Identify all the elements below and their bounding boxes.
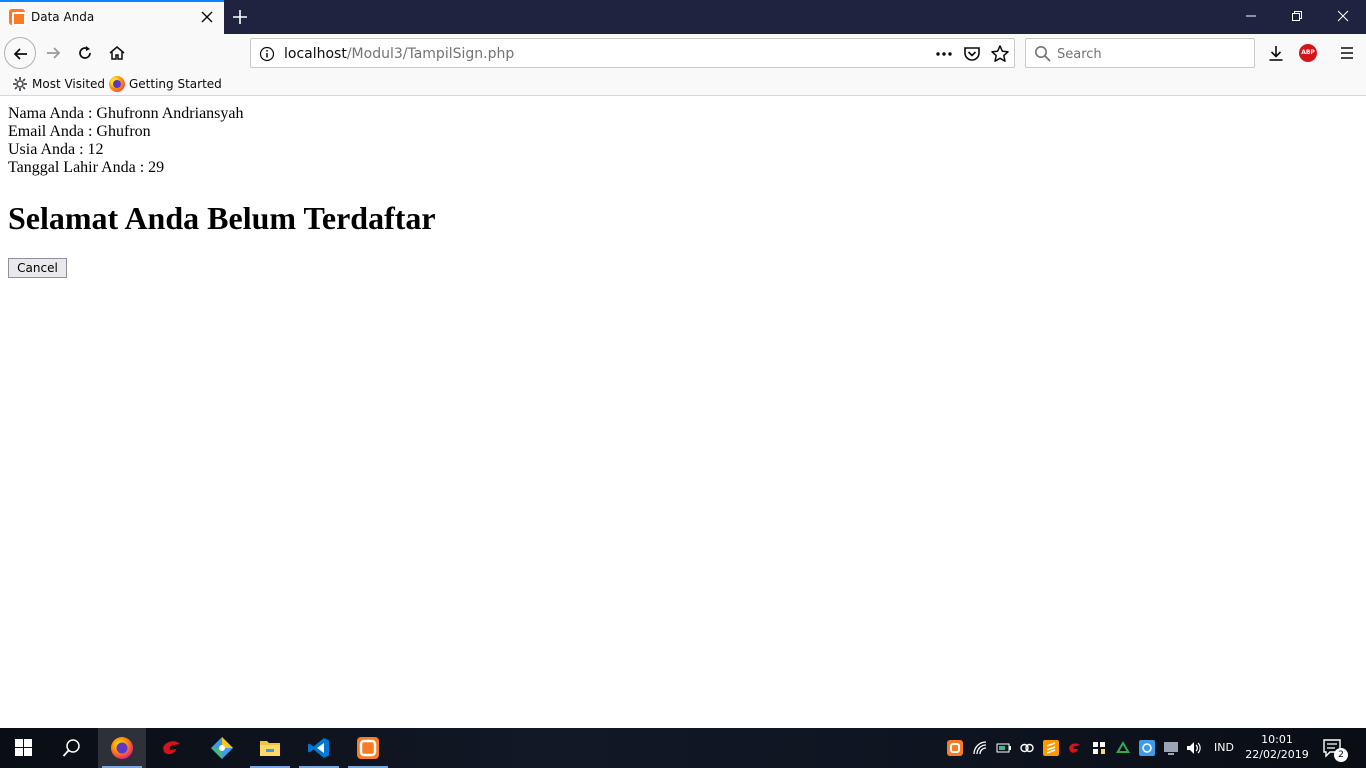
bookmark-label: Getting Started [129, 77, 222, 91]
taskbar-file-explorer[interactable] [246, 728, 294, 768]
site-info-icon[interactable] [259, 46, 275, 65]
bookmark-most-visited[interactable]: Most Visited [12, 75, 106, 93]
navigation-toolbar: localhost/Modul3/TampilSign.php ABP [0, 34, 1366, 72]
taskbar-vscode[interactable] [295, 728, 343, 768]
minimize-button[interactable] [1228, 0, 1274, 32]
restore-button[interactable] [1274, 0, 1320, 32]
url-text[interactable]: localhost/Modul3/TampilSign.php [284, 46, 514, 62]
xampp-favicon-icon [9, 9, 26, 26]
taskbar-firefox[interactable] [98, 728, 146, 768]
home-button[interactable] [102, 38, 132, 68]
action-center-button[interactable]: 2 [1320, 736, 1348, 762]
adblock-plus-icon: ABP [1299, 44, 1317, 62]
tray-xampp-icon[interactable] [947, 740, 963, 756]
page-actions-icon[interactable] [934, 44, 954, 64]
page-heading: Selamat Anda Belum Terdaftar [8, 200, 436, 236]
tray-display-icon[interactable] [1163, 740, 1179, 756]
tab-close-icon[interactable] [198, 8, 216, 26]
downloads-button[interactable] [1261, 38, 1291, 68]
notification-count-badge: 2 [1334, 748, 1348, 762]
close-window-button[interactable] [1320, 0, 1366, 32]
info-line-tanggal-lahir: Tanggal Lahir Anda : 29 [8, 159, 165, 176]
clock-time: 10:01 [1261, 733, 1293, 746]
url-bar[interactable]: localhost/Modul3/TampilSign.php [250, 38, 1015, 68]
title-bar: Data Anda [0, 0, 1366, 34]
gear-icon [12, 76, 28, 92]
info-line-nama: Nama Anda : Ghufronn Andriansyah [8, 105, 244, 122]
new-tab-button[interactable] [228, 5, 252, 29]
tray-drive-icon[interactable] [1115, 740, 1131, 756]
tray-network-icon[interactable] [1091, 740, 1107, 756]
info-line-email: Email Anda : Ghufron [8, 123, 151, 140]
taskbar-clock[interactable]: 10:01 22/02/2019 [1244, 732, 1310, 764]
page-content: Nama Anda : Ghufronn Andriansyah Email A… [0, 97, 1366, 728]
taskbar-search-button[interactable] [48, 728, 96, 768]
taskbar-xampp[interactable] [344, 728, 392, 768]
adblock-plus-button[interactable]: ABP [1294, 38, 1324, 68]
reload-button[interactable] [70, 38, 100, 68]
taskbar: IND 10:01 22/02/2019 2 [0, 728, 1366, 768]
search-icon [1034, 45, 1051, 65]
taskbar-sourcetree-icon[interactable] [198, 728, 246, 768]
firefox-icon [109, 76, 125, 92]
bookmarks-toolbar: Most Visited Getting Started [0, 72, 1366, 96]
start-button[interactable] [0, 728, 48, 768]
search-input[interactable] [1057, 45, 1247, 63]
tray-volume-icon[interactable] [1186, 740, 1202, 756]
pocket-icon[interactable] [962, 44, 982, 64]
url-path: /Modul3/TampilSign.php [346, 46, 515, 62]
menu-button[interactable] [1332, 38, 1362, 68]
back-button[interactable] [4, 37, 36, 69]
bookmark-star-icon[interactable] [990, 44, 1010, 64]
user-info: Nama Anda : Ghufronn Andriansyah Email A… [8, 105, 244, 177]
tray-wifi-icon[interactable] [972, 740, 988, 756]
bookmark-getting-started[interactable]: Getting Started [109, 75, 222, 93]
tab-data-anda[interactable]: Data Anda [0, 0, 224, 34]
bookmark-label: Most Visited [32, 77, 106, 91]
taskbar-garena-icon[interactable] [148, 728, 196, 768]
cancel-button[interactable]: Cancel [8, 258, 67, 278]
tray-language[interactable]: IND [1214, 741, 1234, 754]
url-host: localhost [284, 46, 347, 62]
info-line-usia: Usia Anda : 12 [8, 141, 104, 158]
search-bar[interactable] [1025, 38, 1255, 68]
tab-title: Data Anda [31, 10, 95, 24]
clock-date: 22/02/2019 [1245, 748, 1309, 761]
forward-button[interactable] [38, 38, 68, 68]
tray-app-icon[interactable] [1139, 740, 1155, 756]
tray-garena-icon[interactable] [1067, 740, 1083, 756]
tray-battery-icon[interactable] [996, 740, 1012, 756]
tray-sublime-icon[interactable] [1043, 740, 1059, 756]
tray-link-icon[interactable] [1019, 740, 1035, 756]
